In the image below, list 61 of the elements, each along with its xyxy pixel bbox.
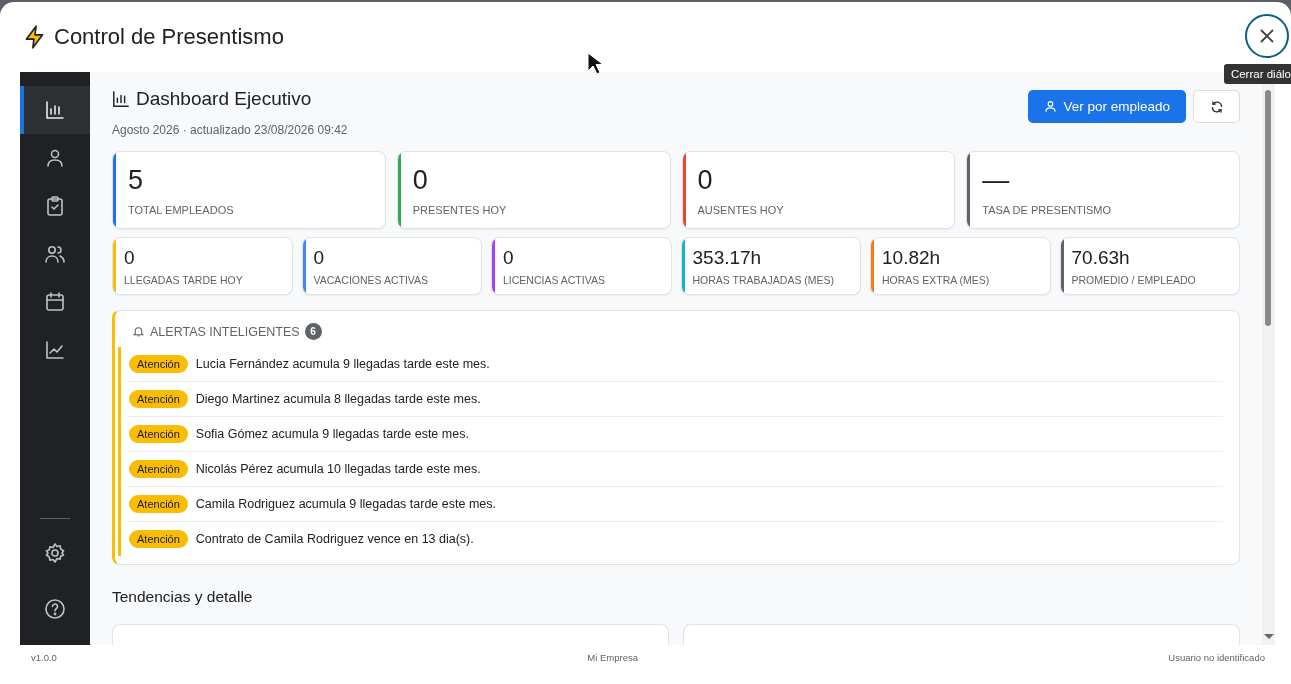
alert-message: Lucia Fernández acumula 9 llegadas tarde este mes. [195,357,490,371]
page-subtitle: Agosto 2026 · actualizado 23/08/2026 09:42 [112,123,348,137]
clipboard-check-icon [45,196,65,216]
refresh-icon [1209,99,1224,114]
stat-label: PRESENTES HOY [412,203,508,216]
attention-badge: Atención [129,425,188,443]
stat-label: HORAS EXTRA (MES) [882,273,991,286]
settings-icon [45,543,65,563]
people-icon [45,244,65,264]
stat-value: 0 [697,166,713,196]
attention-badge: Atención [129,355,188,373]
person-icon [45,148,65,168]
user-label: Usuario no identificado [1168,651,1265,663]
alert-message: Sofia Gómez acumula 9 llegadas tarde este mes. [195,427,469,441]
view-by-employee-button[interactable]: Ver por empleado [1028,90,1186,123]
person-icon [1044,100,1058,113]
line-chart-icon [45,340,65,360]
stat-value: 0 [412,166,428,196]
stat-value: 353.17h [692,247,762,269]
alert-message: Diego Martinez acumula 8 llegadas tarde este mes. [195,392,481,406]
bar-chart-icon [112,90,130,108]
section-title: Tendencias y detalle [112,588,254,606]
company-label: Mi Empresa [587,651,638,663]
attention-badge: Atención [129,530,188,548]
alert-count-badge: 6 [304,323,322,340]
stat-value: 5 [128,166,144,196]
calendar-icon [45,292,65,312]
stat-label: PROMEDIO / EMPLEADO [1071,273,1197,286]
stat-label: TOTAL EMPLEADOS [128,203,235,216]
stat-label: AUSENTES HOY [697,203,785,216]
help-icon [45,599,65,619]
dialog-title: Control de Presentismo [54,24,284,50]
scroll-down-arrow[interactable] [1264,634,1274,639]
stat-value: 0 [503,247,514,269]
alert-message: Contrato de Camila Rodriguez vence en 13 dia(s). [195,532,474,546]
stat-label: TASA DE PRESENTISMO [982,203,1113,216]
bar-chart-icon [45,100,65,120]
attention-badge: Atención [129,495,188,513]
attention-badge: Atención [129,460,188,478]
stat-value: 10.82h [882,247,941,269]
stat-label: HORAS TRABAJADAS (MES) [692,273,836,286]
stat-value: — [982,166,1010,196]
bell-icon [132,325,145,338]
close-button[interactable] [1245,14,1289,58]
tooltip: Cerrar diálo [1223,64,1291,84]
attention-badge: Atención [129,390,188,408]
stat-label: LLEGADAS TARDE HOY [124,273,244,286]
sidebar-item[interactable] [20,86,90,134]
alert-message: Camila Rodriguez acumula 9 llegadas tarde este mes. [195,497,496,511]
stat-value: 0 [124,247,135,269]
stat-value: 0 [313,247,325,269]
alerts-title: ALERTAS INTELIGENTES [150,324,300,339]
stat-label: VACACIONES ACTIVAS [313,273,430,286]
alert-message: Nicolás Pérez acumula 10 llegadas tarde este mes. [195,462,481,476]
version-label: v1.0.0 [31,651,57,663]
stat-value: 70.63h [1071,247,1130,269]
scroll-thumb[interactable] [1265,90,1271,326]
stat-label: LICENCIAS ACTIVAS [503,273,606,286]
page-title: Dashboard Ejecutivo [136,88,312,110]
refresh-button[interactable] [1193,90,1240,123]
close-icon [1259,28,1275,44]
